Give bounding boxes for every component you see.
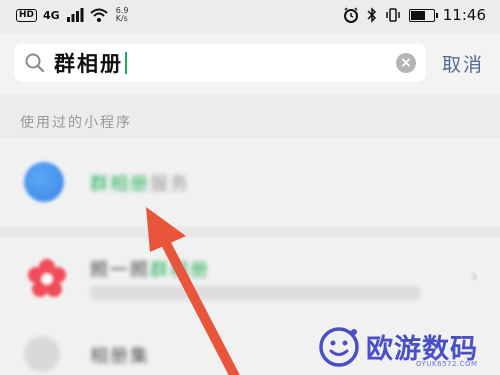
wifi-icon <box>90 8 108 22</box>
clock: 11:46 <box>442 6 486 24</box>
watermark-url: OYUK6572.COM <box>416 360 478 368</box>
miniprogram-result-row[interactable]: 群相册服务 <box>0 138 500 226</box>
miniprogram-title: 群相册服务 <box>90 174 190 195</box>
search-icon <box>25 53 45 73</box>
flower-logo-icon <box>28 259 66 297</box>
section-label-recent-miniprograms: 使用过的小程序 <box>20 115 132 131</box>
miniprogram-description <box>90 286 420 300</box>
miniprogram-title: 照一照群相册 <box>90 260 210 281</box>
clear-icon[interactable]: × <box>396 53 416 73</box>
status-bar: HD 4G 6.9 K/s 11:46 <box>0 0 500 34</box>
chevron-right-icon: › <box>470 266 478 287</box>
hd-badge: HD <box>16 8 38 22</box>
section-divider <box>0 226 500 238</box>
status-left: HD 4G 6.9 K/s <box>16 7 128 23</box>
search-input[interactable]: 群相册 <box>54 50 394 76</box>
search-box[interactable]: 群相册 × <box>14 44 426 82</box>
smiley-logo-icon <box>319 327 359 367</box>
search-bar: 群相册 × 取消 <box>0 34 500 94</box>
miniprogram-result-row[interactable]: 照一照群相册 › <box>0 238 500 322</box>
cancel-button[interactable]: 取消 <box>442 50 484 77</box>
battery-icon <box>408 8 438 22</box>
cell-signal-icon <box>66 8 84 22</box>
search-query-text: 群相册 <box>54 52 123 76</box>
alarm-icon <box>343 7 358 23</box>
text-caret <box>125 52 127 74</box>
net-speed: 6.9 K/s <box>115 6 129 23</box>
miniprogram-title: 相册集 <box>90 346 150 367</box>
vibrate-icon <box>386 8 400 22</box>
miniprogram-icon <box>24 336 60 372</box>
miniprogram-icon <box>24 162 64 202</box>
bluetooth-icon <box>367 7 376 23</box>
signal-icon: 4G <box>43 8 60 22</box>
status-right: 11:46 <box>343 6 486 24</box>
watermark: 欧游数码 OYUK6572.COM <box>318 322 500 375</box>
